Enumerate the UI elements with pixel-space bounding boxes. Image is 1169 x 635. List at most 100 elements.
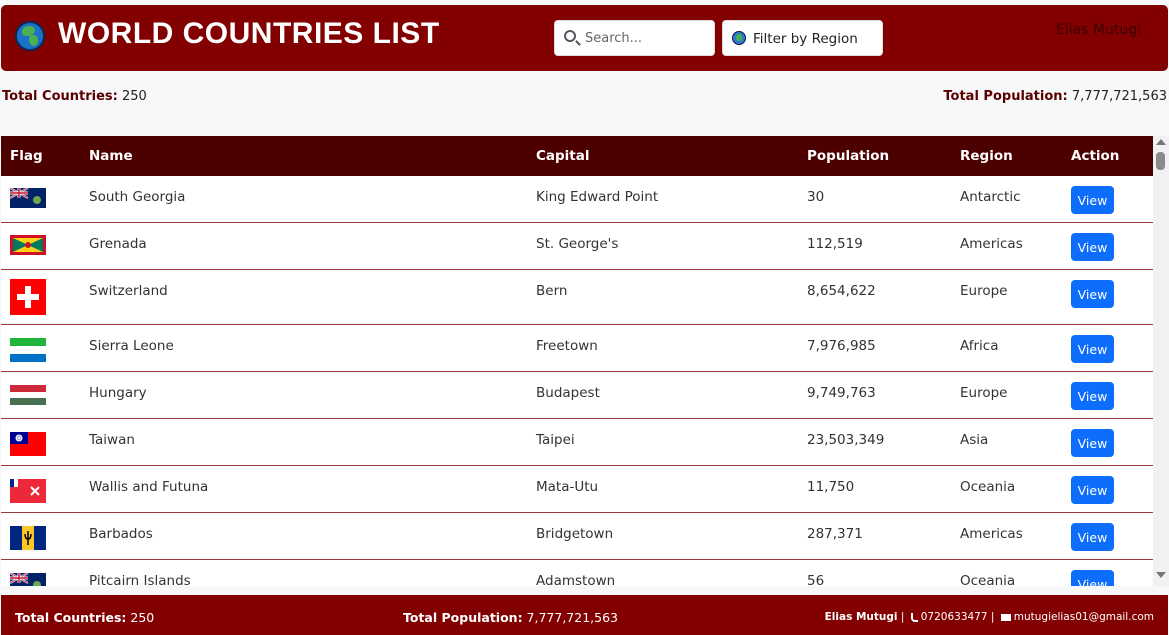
app-footer: Total Countries: 250 Total Population: 7… [1, 595, 1168, 635]
search-box[interactable] [554, 20, 715, 56]
country-capital: Taipei [536, 432, 575, 448]
country-name: Switzerland [89, 283, 168, 299]
footer-total-countries: Total Countries: 250 [15, 610, 154, 625]
country-name: Taiwan [89, 432, 135, 448]
search-icon [564, 30, 576, 42]
globe-icon [732, 31, 746, 45]
country-region: Americas [960, 236, 1023, 252]
footer-countries-label: Total Countries: [15, 610, 127, 625]
country-flag [10, 338, 46, 362]
column-header-action: Action [1071, 148, 1120, 164]
country-population: 287,371 [807, 526, 863, 542]
country-flag [10, 235, 46, 255]
view-button[interactable]: View [1071, 280, 1114, 308]
country-capital: Bern [536, 283, 568, 299]
scrollbar-thumb[interactable] [1156, 152, 1165, 170]
country-flag [10, 385, 46, 405]
scroll-down-arrow-icon[interactable] [1156, 572, 1166, 578]
country-population: 56 [807, 573, 825, 586]
total-countries-stat: Total Countries: 250 [2, 89, 147, 104]
view-button[interactable]: View [1071, 570, 1114, 586]
mail-icon [1000, 613, 1011, 621]
table-row: Grenada St. George's 112,519 Americas View [1, 223, 1153, 270]
country-population: 112,519 [807, 236, 863, 252]
country-capital: Bridgetown [536, 526, 614, 542]
region-filter-button[interactable]: Filter by Region [722, 20, 883, 56]
table-row: Barbados Bridgetown 287,371 Americas View [1, 513, 1153, 560]
total-population-stat: Total Population: 7,777,721,563 [943, 89, 1167, 104]
country-flag [10, 479, 46, 503]
country-name: Pitcairn Islands [89, 573, 191, 586]
column-header-region: Region [960, 148, 1013, 164]
footer-countries-value: 250 [130, 610, 155, 625]
table-row: Pitcairn Islands Adamstown 56 Oceania View [1, 560, 1153, 586]
view-button[interactable]: View [1071, 233, 1114, 261]
footer-phone: 0720633477 [920, 611, 988, 623]
total-countries-value: 250 [122, 89, 147, 104]
footer-population-label: Total Population: [403, 610, 523, 625]
country-capital: Mata-Utu [536, 479, 599, 495]
total-population-label: Total Population: [943, 89, 1068, 104]
country-population: 9,749,763 [807, 385, 876, 401]
country-region: Antarctic [960, 189, 1021, 205]
region-filter-label: Filter by Region [753, 31, 858, 47]
country-region: Americas [960, 526, 1023, 542]
country-population: 11,750 [807, 479, 855, 495]
table-row: Taiwan Taipei 23,503,349 Asia View [1, 419, 1153, 466]
country-flag [10, 279, 46, 315]
total-population-value: 7,777,721,563 [1071, 89, 1167, 104]
country-name: Barbados [89, 526, 153, 542]
country-region: Africa [960, 338, 999, 354]
scroll-up-arrow-icon[interactable] [1156, 139, 1166, 145]
author-name: Elias Mutugi [1056, 22, 1142, 38]
country-population: 30 [807, 189, 825, 205]
page-title: WORLD COUNTRIES LIST [58, 17, 440, 50]
countries-table[interactable]: Flag Name Capital Population Region Acti… [1, 136, 1153, 586]
column-header-flag: Flag [10, 148, 43, 164]
country-population: 7,976,985 [807, 338, 876, 354]
view-button[interactable]: View [1071, 429, 1114, 457]
country-capital: King Edward Point [536, 189, 659, 205]
country-flag [10, 188, 46, 208]
view-button[interactable]: View [1071, 335, 1114, 363]
country-flag [10, 432, 46, 456]
view-button[interactable]: View [1071, 382, 1114, 410]
total-countries-label: Total Countries: [2, 89, 118, 104]
table-row: South Georgia King Edward Point 30 Antarcti… [1, 176, 1153, 223]
column-header-capital: Capital [536, 148, 590, 164]
country-region: Oceania [960, 479, 1016, 495]
table-row: Hungary Budapest 9,749,763 Europe View [1, 372, 1153, 419]
view-button[interactable]: View [1071, 476, 1114, 504]
table-header: Flag Name Capital Population Region Acti… [1, 136, 1153, 176]
table-row: Sierra Leone Freetown 7,976,985 Africa View [1, 325, 1153, 372]
country-name: Hungary [89, 385, 147, 401]
footer-total-population: Total Population: 7,777,721,563 [403, 610, 618, 625]
country-name: Sierra Leone [89, 338, 174, 354]
footer-email: mutugielias01@gmail.com [1013, 611, 1154, 623]
globe-icon [15, 21, 45, 51]
table-row: Wallis and Futuna Mata-Utu 11,750 Oceania Vi… [1, 466, 1153, 513]
column-header-name: Name [89, 148, 133, 164]
table-row: Switzerland Bern 8,654,622 Europe View [1, 270, 1153, 325]
country-name: South Georgia [89, 189, 186, 205]
view-button[interactable]: View [1071, 523, 1114, 551]
footer-author: Elias Mutugi [824, 611, 898, 623]
country-population: 8,654,622 [807, 283, 876, 299]
country-name: Grenada [89, 236, 147, 252]
country-capital: Freetown [536, 338, 598, 354]
app-header: WORLD COUNTRIES LIST Filter by Region El… [1, 5, 1168, 71]
view-button[interactable]: View [1071, 186, 1114, 214]
country-population: 23,503,349 [807, 432, 885, 448]
phone-icon [910, 612, 918, 622]
column-header-population: Population [807, 148, 890, 164]
search-input[interactable] [585, 29, 710, 47]
country-capital: Adamstown [536, 573, 616, 586]
country-flag [10, 526, 46, 550]
country-region: Oceania [960, 573, 1016, 586]
country-capital: St. George's [536, 236, 619, 252]
country-flag [10, 573, 46, 586]
country-region: Europe [960, 283, 1008, 299]
country-capital: Budapest [536, 385, 600, 401]
country-region: Asia [960, 432, 989, 448]
table-scrollbar[interactable] [1153, 136, 1169, 586]
